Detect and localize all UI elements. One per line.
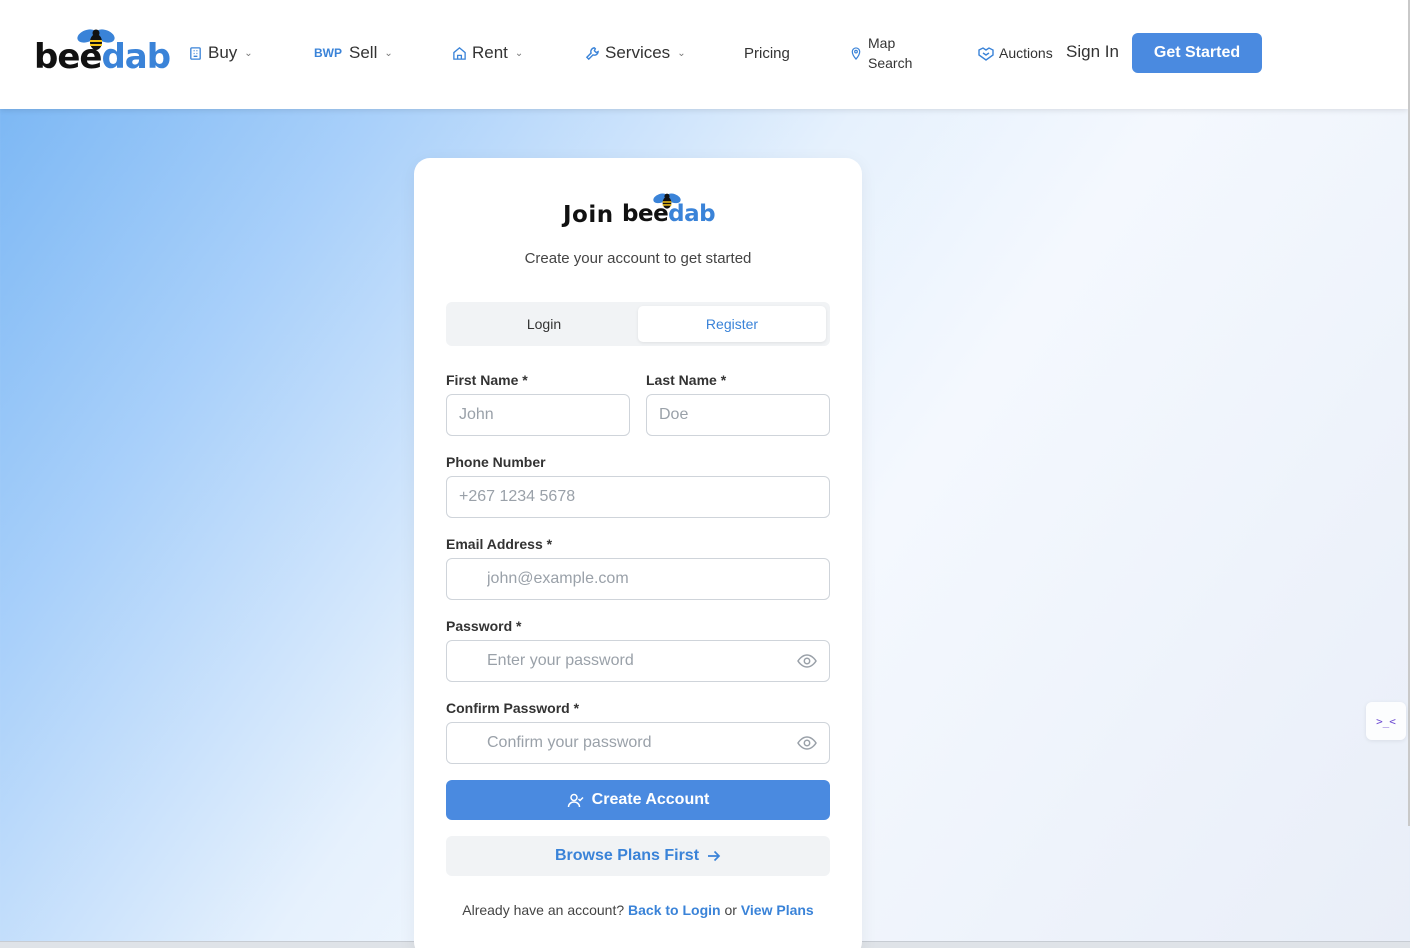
sign-in-link[interactable]: Sign In (1066, 42, 1119, 62)
email-input[interactable] (447, 559, 829, 599)
wrench-icon (585, 46, 600, 61)
building-icon (188, 46, 203, 61)
join-title: Join (563, 202, 614, 228)
beedab-logo[interactable]: beedab (34, 29, 171, 77)
nav-pricing[interactable]: Pricing (744, 0, 790, 106)
nav-auctions-label: Auctions (999, 45, 1053, 61)
logo-text-dab: dab (101, 37, 171, 77)
get-started-button[interactable]: Get Started (1132, 33, 1262, 73)
widget-face-icon: >_< (1376, 714, 1396, 728)
chevron-down-icon: ⌄ (677, 47, 686, 59)
tab-register[interactable]: Register (638, 306, 826, 342)
join-logo-dab: dab (668, 201, 716, 227)
chevron-down-icon: ⌄ (244, 47, 253, 59)
confirm-password-label: Confirm Password * (446, 700, 580, 716)
bwp-currency-label: BWP (314, 46, 342, 60)
first-name-label: First Name * (446, 372, 528, 388)
nav-map-search[interactable]: Map Search (851, 0, 912, 106)
last-name-input[interactable] (647, 395, 829, 435)
logo-text-bee: bee (34, 37, 102, 77)
eye-icon[interactable] (797, 653, 817, 669)
tab-login[interactable]: Login (450, 306, 638, 342)
nav-pricing-label: Pricing (744, 44, 790, 62)
nav-rent[interactable]: Rent ⌄ (452, 0, 523, 106)
nav-map-label: Map (868, 35, 896, 51)
nav-sell-label: Sell (349, 43, 378, 62)
first-name-input[interactable] (447, 395, 629, 435)
map-pin-icon (851, 46, 861, 60)
join-beedab-logo: beedab (622, 192, 717, 230)
create-account-button[interactable]: Create Account (446, 780, 830, 820)
password-label: Password * (446, 618, 522, 634)
top-navigation-bar: beedab Buy ⌄ BWP Sell ⌄ Rent ⌄ Services … (0, 0, 1408, 109)
browse-plans-label: Browse Plans First (554, 847, 700, 864)
or-text: or (724, 902, 737, 918)
nav-buy[interactable]: Buy ⌄ (188, 0, 253, 106)
nav-auctions[interactable]: Auctions (978, 0, 1053, 106)
last-name-field-wrapper (646, 394, 830, 436)
nav-services[interactable]: Services ⌄ (585, 0, 686, 106)
nav-services-label: Services (605, 43, 671, 62)
confirm-password-field-wrapper (446, 722, 830, 764)
chevron-down-icon: ⌄ (384, 47, 393, 59)
home-icon (452, 46, 467, 61)
back-to-login-link[interactable]: Back to Login (628, 902, 721, 918)
nav-sell[interactable]: BWP Sell ⌄ (314, 0, 393, 106)
already-have-account-line: Already have an account? Back to Login o… (414, 902, 862, 918)
nav-search-label: Search (868, 55, 913, 71)
browse-plans-button[interactable]: Browse Plans First (446, 836, 830, 876)
already-have-account-text: Already have an account? (462, 902, 625, 918)
floating-widget-button[interactable]: >_< (1366, 702, 1406, 740)
last-name-label: Last Name * (646, 372, 727, 388)
chevron-down-icon: ⌄ (514, 47, 524, 59)
email-label: Email Address * (446, 536, 553, 552)
join-logo-bee: bee (622, 201, 669, 227)
first-name-field-wrapper (446, 394, 630, 436)
view-plans-link[interactable]: View Plans (741, 902, 814, 918)
create-account-label: Create Account (591, 791, 710, 808)
phone-input[interactable] (447, 477, 829, 517)
confirm-password-input[interactable] (447, 723, 829, 763)
user-add-icon (567, 793, 584, 807)
register-card (414, 158, 862, 948)
password-field-wrapper (446, 640, 830, 682)
email-field-wrapper (446, 558, 830, 600)
phone-field-wrapper (446, 476, 830, 518)
handshake-icon (978, 46, 994, 61)
eye-icon[interactable] (797, 735, 817, 751)
card-subtitle: Create your account to get started (524, 250, 752, 267)
password-input[interactable] (447, 641, 829, 681)
phone-label: Phone Number (446, 454, 546, 470)
auth-tabs: Login Register (446, 302, 830, 346)
arrow-right-icon (708, 850, 721, 862)
nav-buy-label: Buy (208, 43, 238, 62)
nav-rent-label: Rent (472, 43, 508, 62)
